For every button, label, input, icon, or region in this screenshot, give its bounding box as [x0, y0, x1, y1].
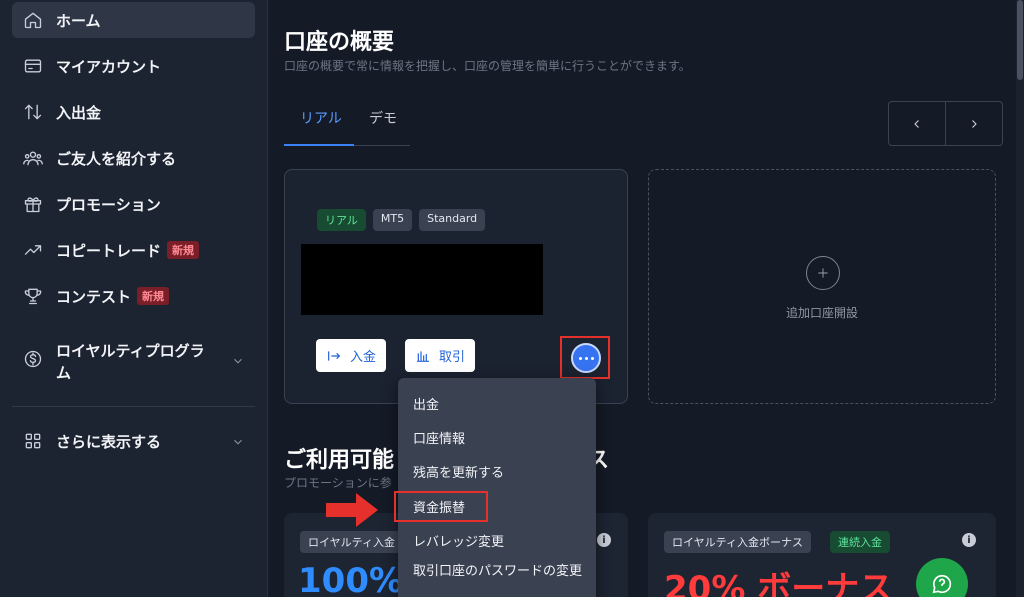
- sidebar-item-label: コピートレード: [56, 241, 162, 260]
- sidebar-item-label-line2: ム: [56, 364, 72, 382]
- bonus-chip: ロイヤルティ入金: [300, 531, 404, 553]
- bonus-subtitle-left: プロモーションに参: [284, 476, 392, 490]
- sidebar-item-copy-trade[interactable]: コピートレード 新規: [12, 232, 255, 268]
- sidebar-item-label: コンテスト: [56, 287, 132, 306]
- menu-item-refresh-balance[interactable]: 残高を更新する: [398, 454, 596, 488]
- sidebar-item-refer-friend[interactable]: ご友人を紹介する: [12, 140, 255, 176]
- candlestick-icon: [417, 350, 429, 362]
- redacted-account-info: [301, 244, 543, 315]
- account-type-tabs: リアル デモ: [284, 100, 410, 146]
- sidebar-item-label: プロモーション: [56, 195, 161, 214]
- menu-item-change-password[interactable]: 取引口座のパスワードの変更: [398, 560, 596, 584]
- deposit-button[interactable]: 入金: [316, 339, 387, 372]
- dot-icon: [590, 356, 594, 360]
- chevron-left-icon: [914, 119, 919, 128]
- bonus-amount: 100%: [298, 561, 404, 597]
- page-title: 口座の概要: [284, 30, 395, 55]
- chip-account-type: Standard: [419, 209, 486, 231]
- next-button[interactable]: [945, 102, 1002, 145]
- info-icon[interactable]: i: [597, 533, 611, 547]
- highlight-box: [560, 336, 610, 379]
- trade-label: 取引: [439, 350, 466, 365]
- prev-button[interactable]: [889, 102, 945, 145]
- sidebar-item-loyalty-program[interactable]: ロイヤルティプログラ ム: [12, 336, 255, 384]
- dot-icon: [584, 356, 588, 360]
- new-badge: 新規: [137, 287, 170, 305]
- card-pager: [888, 101, 1003, 146]
- add-account-label: 追加口座開設: [785, 306, 858, 320]
- sidebar-item-label: ロイヤルティプログラ: [56, 342, 205, 360]
- trend-up-icon: [22, 239, 44, 261]
- trophy-icon: [22, 285, 44, 307]
- sidebar-item-deposit-withdraw[interactable]: 入出金: [12, 94, 255, 130]
- transfer-arrows-icon: [22, 101, 44, 123]
- deposit-label: 入金: [350, 350, 377, 365]
- tab-demo[interactable]: デモ: [369, 108, 397, 128]
- new-badge: 新規: [167, 241, 200, 259]
- chip-real: リアル: [317, 209, 366, 231]
- home-icon: [22, 9, 44, 31]
- bonus-chip: ロイヤルティ入金ボーナス: [664, 531, 812, 553]
- sidebar-item-label: マイアカウント: [56, 57, 162, 76]
- scrollbar-thumb[interactable]: [1017, 0, 1023, 80]
- sidebar-item-promotion[interactable]: プロモーション: [12, 186, 255, 222]
- menu-item-account-info[interactable]: 口座情報: [398, 420, 596, 454]
- info-icon[interactable]: i: [962, 533, 976, 547]
- dollar-circle-icon: [22, 348, 44, 370]
- bonus-amount: 20% ボーナス: [664, 569, 894, 597]
- tab-real[interactable]: リアル: [300, 108, 342, 128]
- more-options-button[interactable]: [571, 343, 601, 373]
- gift-icon: [22, 193, 44, 215]
- highlight-box: [394, 491, 488, 522]
- sidebar-item-label: ホーム: [56, 11, 101, 30]
- sidebar-item-label: 入出金: [56, 103, 102, 122]
- scrollbar[interactable]: [1016, 0, 1024, 597]
- account-options-menu: 出金 口座情報 残高を更新する 資金振替 レバレッジ変更 取引口座のパスワードの…: [398, 378, 596, 597]
- chevron-down-icon[interactable]: [231, 434, 245, 448]
- account-card: リアル MT5 Standard 入金 取引: [284, 169, 628, 404]
- sidebar-item-my-account[interactable]: マイアカウント: [12, 48, 255, 84]
- sidebar: ホーム マイアカウント 入出金 ご友人を紹介する プロモーション コピートレード…: [0, 0, 268, 597]
- sidebar-item-show-more[interactable]: さらに表示する: [12, 423, 255, 459]
- account-chips: リアル MT5 Standard: [317, 209, 486, 231]
- sidebar-item-label: ご友人を紹介する: [56, 149, 177, 168]
- bonus-chip-consecutive: 連続入金: [830, 531, 890, 553]
- people-icon: [22, 147, 44, 169]
- plus-icon[interactable]: [806, 256, 840, 290]
- main-content: 口座の概要 口座の概要で常に情報を把握し、口座の管理を簡単に行うことができます。…: [268, 0, 1024, 597]
- page-subtitle: 口座の概要で常に情報を把握し、口座の管理を簡単に行うことができます。: [284, 59, 691, 73]
- help-chat-icon: [932, 574, 952, 594]
- chevron-right-icon: [972, 119, 977, 128]
- chip-platform: MT5: [372, 209, 413, 231]
- active-tab-indicator: [284, 144, 354, 146]
- bonus-title-left: ご利用可能: [284, 448, 395, 473]
- dot-icon: [578, 356, 582, 360]
- pointer-arrow-icon: [326, 493, 378, 527]
- sidebar-divider: [12, 406, 255, 407]
- grid-icon: [22, 430, 44, 452]
- chevron-down-icon[interactable]: [231, 353, 245, 367]
- trade-button[interactable]: 取引: [405, 339, 476, 372]
- sidebar-item-contest[interactable]: コンテスト 新規: [12, 278, 255, 314]
- deposit-arrow-icon: [328, 350, 341, 361]
- add-account-card[interactable]: 追加口座開設: [648, 169, 996, 404]
- sidebar-item-home[interactable]: ホーム: [12, 2, 255, 38]
- card-icon: [22, 55, 44, 77]
- sidebar-item-label: さらに表示する: [56, 432, 162, 451]
- menu-item-withdraw[interactable]: 出金: [398, 386, 596, 420]
- menu-item-change-leverage[interactable]: レバレッジ変更: [398, 523, 596, 557]
